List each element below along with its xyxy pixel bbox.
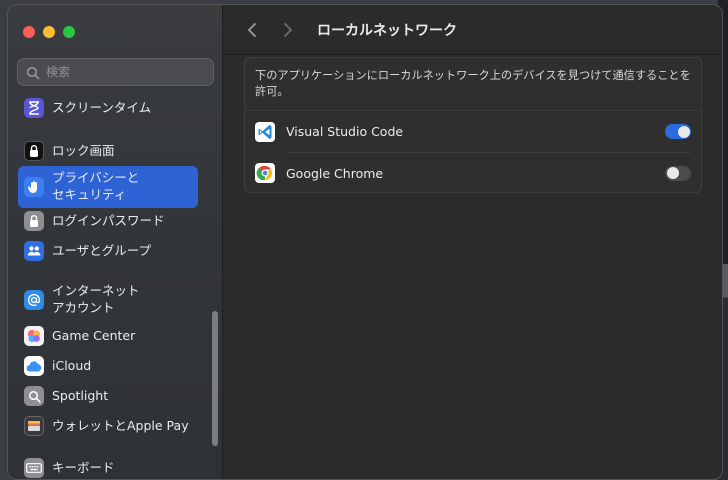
wallet-icon [24, 416, 44, 436]
description-text: 下のアプリケーションにローカルネットワーク上のデバイスを見つけて通信することを許… [255, 69, 691, 99]
search-icon [26, 65, 40, 80]
main-pane: ローカルネットワーク 下のアプリケーションにローカルネットワーク上のデバイスを見… [223, 5, 722, 479]
sidebar: スクリーンタイム ロック画面 プライバシーと セキュリティ [8, 5, 223, 479]
spotlight-icon [24, 386, 44, 406]
search-field[interactable] [17, 58, 214, 86]
sidebar-item-label: Spotlight [52, 387, 109, 403]
local-network-card: 下のアプリケーションにローカルネットワーク上のデバイスを見つけて通信することを許… [244, 57, 702, 193]
sidebar-item-label: ユーザとグループ [52, 242, 152, 258]
minimize-button[interactable] [43, 26, 55, 38]
vscode-icon [255, 121, 275, 142]
sidebar-item-label: iCloud [52, 357, 92, 373]
sidebar-item-screen-time[interactable]: スクリーンタイム [18, 93, 198, 123]
app-row-vscode: Visual Studio Code [245, 110, 701, 152]
close-button[interactable] [23, 26, 35, 38]
sidebar-item-users-groups[interactable]: ユーザとグループ [18, 236, 198, 266]
app-name: Visual Studio Code [286, 124, 404, 139]
game-center-icon [24, 326, 44, 346]
hourglass-icon [24, 98, 44, 118]
sidebar-item-label: ログインパスワード [52, 212, 165, 228]
sidebar-item-label: インターネット アカウント [52, 283, 140, 315]
page-title: ローカルネットワーク [317, 22, 457, 39]
chevron-right-icon [284, 22, 292, 37]
sidebar-item-lock-screen[interactable]: ロック画面 [18, 136, 198, 166]
toggle-knob [666, 167, 679, 179]
at-icon [24, 290, 44, 310]
sidebar-item-privacy-security[interactable]: プライバシーと セキュリティ [18, 166, 198, 208]
sidebar-item-wallet[interactable]: ウォレットとApple Pay [18, 411, 198, 441]
forward-button[interactable] [279, 21, 297, 39]
chrome-icon [255, 163, 275, 183]
toolbar: ローカルネットワーク [223, 5, 722, 55]
keyboard-icon [24, 458, 44, 478]
toggle-knob [677, 125, 690, 138]
zoom-button[interactable] [63, 26, 75, 38]
sidebar-item-icloud[interactable]: iCloud [18, 351, 198, 381]
window-controls [23, 26, 75, 38]
padlock-icon [24, 211, 44, 231]
lock-screen-icon [24, 141, 44, 161]
sidebar-item-internet-accounts[interactable]: インターネット アカウント [18, 279, 198, 321]
sidebar-item-label: Game Center [52, 327, 136, 343]
settings-window: スクリーンタイム ロック画面 プライバシーと セキュリティ [7, 4, 723, 480]
app-name: Google Chrome [286, 165, 384, 181]
sidebar-item-label: プライバシーと セキュリティ [52, 170, 140, 202]
search-input[interactable] [46, 65, 196, 79]
users-icon [24, 241, 44, 261]
sidebar-item-game-center[interactable]: Game Center [18, 321, 198, 351]
sidebar-item-label: キーボード [52, 459, 115, 475]
hand-icon [24, 177, 44, 197]
sidebar-item-spotlight[interactable]: Spotlight [18, 381, 198, 411]
app-row-chrome: Google Chrome [245, 152, 701, 194]
sidebar-item-label: スクリーンタイム [52, 99, 152, 115]
sidebar-item-label: ウォレットとApple Pay [52, 417, 189, 433]
back-button[interactable] [243, 21, 261, 39]
chrome-toggle[interactable] [665, 165, 691, 181]
chevron-left-icon [248, 22, 256, 37]
sidebar-item-label: ロック画面 [52, 142, 115, 158]
sidebar-item-keyboard[interactable]: キーボード [18, 453, 198, 479]
sidebar-scrollbar[interactable] [212, 311, 218, 446]
vscode-toggle[interactable] [665, 124, 691, 139]
sidebar-item-login-password[interactable]: ログインパスワード [18, 206, 198, 236]
icloud-icon [24, 356, 44, 376]
